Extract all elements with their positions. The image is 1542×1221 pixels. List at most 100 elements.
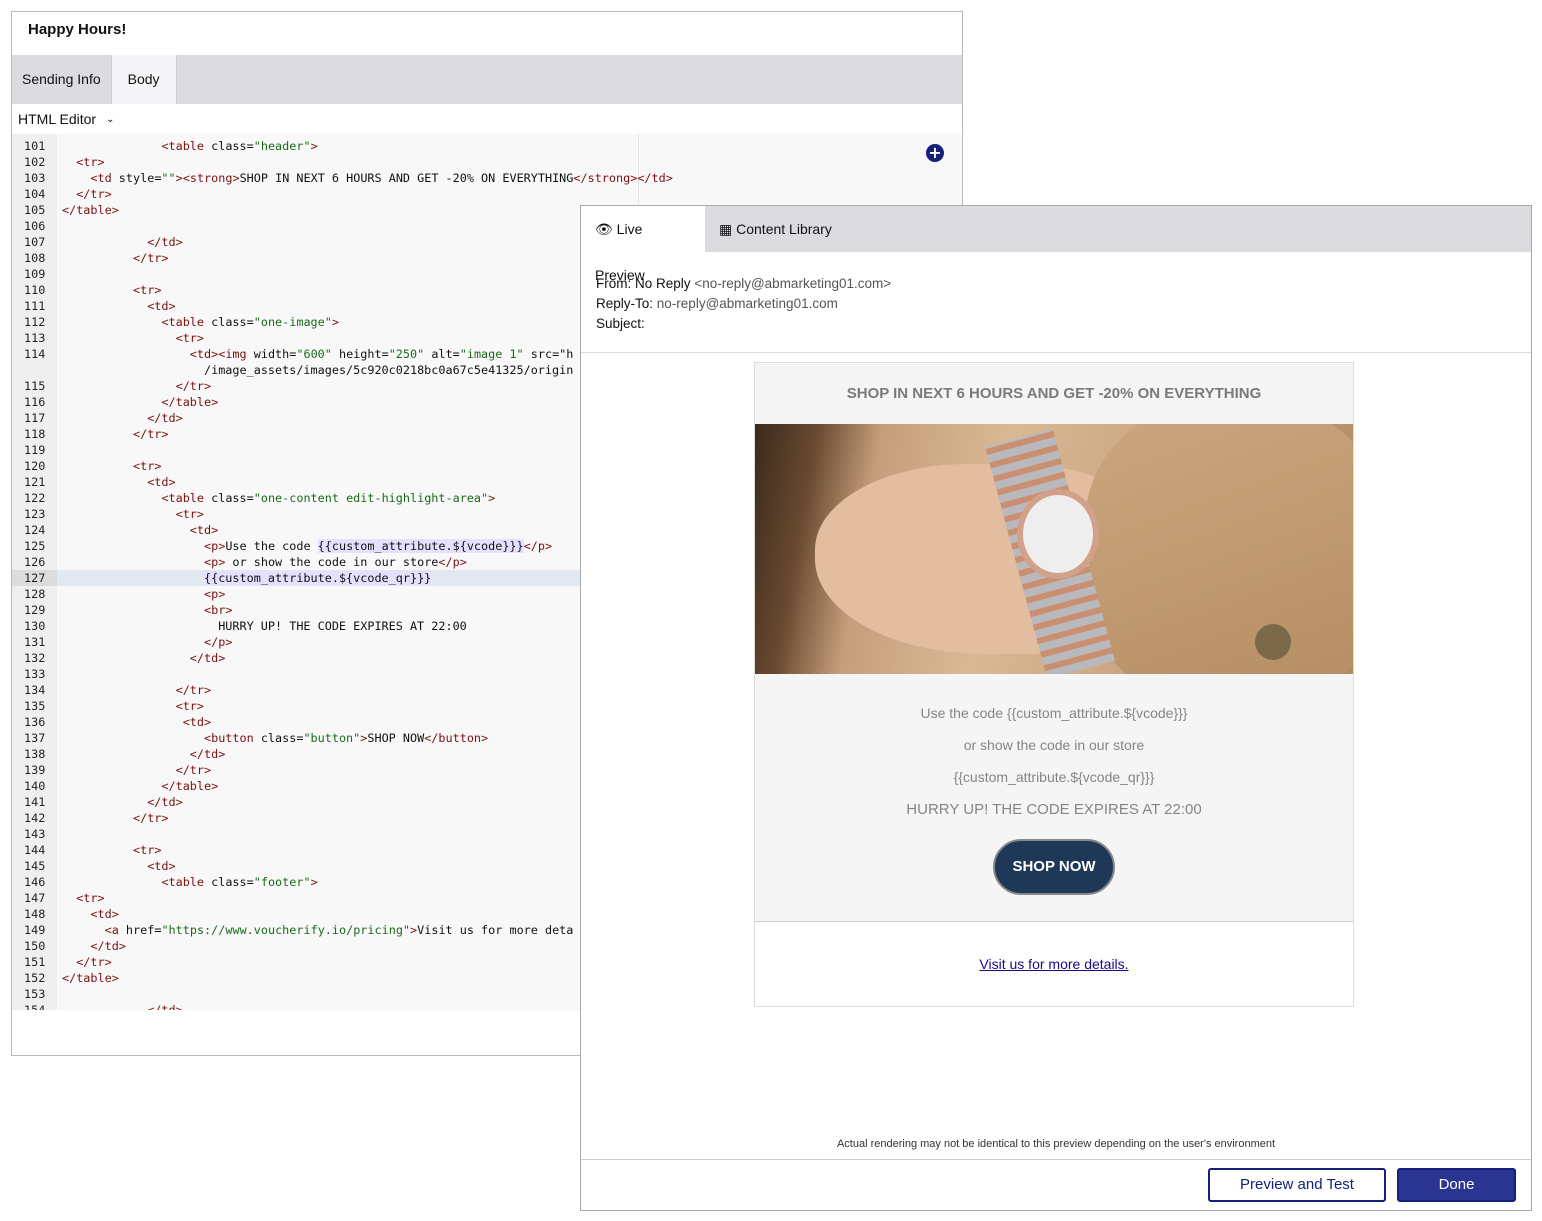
line-number: 145 [24, 859, 46, 873]
line-number: 106 [24, 219, 46, 233]
disclaimer: Actual rendering may not be identical to… [836, 1138, 1276, 1150]
line-number: 154 [24, 1003, 46, 1010]
line-number: 123 [24, 507, 46, 521]
line-text: <tr> [76, 155, 105, 169]
line-number: 109 [24, 267, 46, 281]
line-number: 121 [24, 475, 46, 489]
code-line: 101 <table class="header"> [12, 138, 962, 154]
line-number: 107 [24, 235, 46, 249]
line-text: </table> [62, 203, 119, 217]
line-number: 105 [24, 203, 46, 217]
line-number: 130 [24, 619, 46, 633]
preview-tabs: 👁 Live Preview ▦ Content Library [581, 206, 1531, 283]
tab-body[interactable]: Body [110, 55, 177, 104]
line-number: 119 [24, 443, 46, 457]
line-number: 139 [24, 763, 46, 777]
from-name: No Reply [635, 276, 691, 291]
line-number: 136 [24, 715, 46, 729]
line-text: <p>Use the code {{custom_attribute.${vco… [204, 539, 553, 553]
line-number: 128 [24, 587, 46, 601]
code-line: Use the code {{custom_attribute.${vcode}… [920, 705, 1188, 721]
line-number: 114 [24, 347, 46, 361]
line-text: <td style=""><strong>SHOP IN NEXT 6 HOUR… [90, 171, 673, 185]
line-number: 126 [24, 555, 46, 569]
line-number: 148 [24, 907, 46, 921]
tab-content-library[interactable]: ▦ Content Library [705, 206, 846, 252]
shop-now-button[interactable]: SHOP NOW [993, 839, 1115, 895]
line-number: 149 [24, 923, 46, 937]
done-button[interactable]: Done [1397, 1168, 1516, 1202]
action-bar: Preview and Test Done [581, 1159, 1531, 1211]
line-text: <tr> [133, 843, 162, 857]
visit-link[interactable]: Visit us for more details. [979, 956, 1128, 972]
line-number: 124 [24, 523, 46, 537]
line-text: <tr> [76, 891, 105, 905]
line-text: </tr> [133, 251, 169, 265]
line-text: </td> [90, 939, 126, 953]
line-text: <table class="one-image"> [161, 315, 339, 329]
tab-live-preview[interactable]: 👁 Live Preview [581, 206, 705, 283]
line-text: </tr> [175, 763, 212, 777]
line-number: 103 [24, 171, 46, 185]
line-number: 125 [24, 539, 46, 553]
line-text: <td> [147, 475, 176, 489]
line-text: </tr> [133, 811, 169, 825]
line-text: <a href="https://www.voucherify.io/prici… [104, 923, 574, 937]
line-text: </td> [147, 795, 183, 809]
line-number: 102 [24, 155, 46, 169]
tab-sending-info[interactable]: Sending Info [12, 55, 111, 104]
line-text: <p> or show the code in our store</p> [204, 555, 467, 569]
line-number: 116 [24, 395, 46, 409]
email-headers: From: No Reply <no-reply@abmarketing01.c… [581, 252, 1531, 353]
qr-line: {{custom_attribute.${vcode_qr}}} [953, 769, 1155, 785]
tab-label: Content Library [736, 221, 832, 237]
line-text: <tr> [133, 459, 162, 473]
subject-label: Subject: [596, 316, 645, 331]
line-text: <p> [204, 587, 226, 601]
editor-mode-dropdown[interactable]: HTML Editor ⌄ [12, 104, 962, 134]
line-number: 120 [24, 459, 46, 473]
add-block-icon[interactable]: + [926, 144, 944, 162]
preview-and-test-button[interactable]: Preview and Test [1208, 1168, 1386, 1202]
email-content: Use the code {{custom_attribute.${vcode}… [755, 674, 1353, 922]
line-number: 104 [24, 187, 46, 201]
line-number: 137 [24, 731, 46, 745]
line-number: 135 [24, 699, 46, 713]
line-text: <td> [189, 523, 219, 537]
line-number: 129 [24, 603, 46, 617]
line-text: <td> [182, 715, 212, 729]
chevron-down-icon: ⌄ [106, 113, 115, 125]
preview-panel: 👁 Live Preview ▦ Content Library From: N… [580, 205, 1532, 1211]
email-headline: SHOP IN NEXT 6 HOURS AND GET -20% ON EVE… [755, 363, 1353, 424]
line-number: 152 [24, 971, 46, 985]
line-number: 113 [24, 331, 46, 345]
line-text: <button class="button">SHOP NOW</button> [204, 731, 489, 745]
hurry-line: HURRY UP! THE CODE EXPIRES AT 22:00 [906, 801, 1202, 818]
line-text: <tr> [175, 331, 205, 345]
line-number: 150 [24, 939, 46, 953]
line-text: </tr> [76, 955, 112, 969]
line-number: 141 [24, 795, 46, 809]
line-text: /image_assets/images/5c920c0218bc0a67c5e… [204, 363, 574, 377]
line-text: </td> [189, 651, 226, 665]
line-text: <td> [90, 907, 119, 921]
line-text: <table class="header"> [161, 139, 318, 153]
line-text: </p> [204, 635, 233, 649]
line-text: <td> [147, 859, 176, 873]
line-number: 132 [24, 651, 46, 665]
coat-button-shape [1255, 624, 1291, 660]
line-text: </table> [62, 971, 119, 985]
line-text: HURRY UP! THE CODE EXPIRES AT 22:00 [218, 619, 467, 633]
line-text: <tr> [133, 283, 162, 297]
from-label: From: [596, 276, 632, 291]
email-preview: SHOP IN NEXT 6 HOURS AND GET -20% ON EVE… [754, 362, 1354, 1007]
line-text: </tr> [175, 379, 212, 393]
line-text: <br> [204, 603, 233, 617]
line-number: 110 [24, 283, 46, 297]
eye-icon: 👁 [595, 221, 613, 237]
line-text: </tr> [76, 187, 112, 201]
line-text: </td> [189, 747, 226, 761]
editor-tabs: Sending Info Body [12, 55, 962, 104]
line-number: 151 [24, 955, 46, 969]
coat-sleeve-shape [1085, 424, 1353, 674]
